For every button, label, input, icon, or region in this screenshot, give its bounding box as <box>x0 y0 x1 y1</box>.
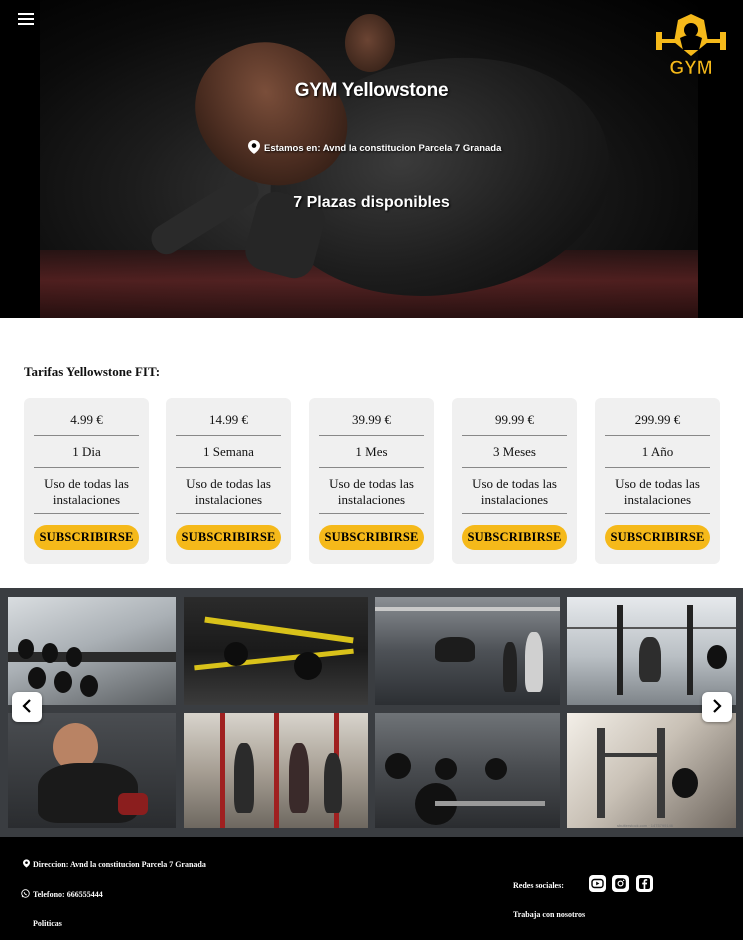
gallery-photo-squat-rack[interactable] <box>567 597 736 705</box>
divider <box>605 513 710 514</box>
divider <box>34 513 139 514</box>
plan-description: Uso de todas las instalaciones <box>44 476 129 507</box>
gallery-photo-weights-floor[interactable] <box>375 713 560 828</box>
plan-price: 299.99 € <box>634 412 681 427</box>
hamburger-menu-icon[interactable] <box>18 13 34 27</box>
divider <box>176 435 281 436</box>
gallery-photo-group-class[interactable] <box>184 713 368 828</box>
chevron-right-icon <box>712 698 722 716</box>
divider <box>462 513 567 514</box>
divider <box>34 435 139 436</box>
hero-address-text: Estamos en: Avnd la constitucion Parcela… <box>264 143 502 154</box>
subscribe-button[interactable]: SUBSCRIBIRSE <box>319 525 424 550</box>
footer-phone-text: Telefono: 666555444 <box>33 890 103 899</box>
footer-address: Direccion: Avnd la constitucion Parcela … <box>23 859 206 870</box>
subscribe-button[interactable]: SUBSCRIBIRSE <box>34 525 139 550</box>
plan-period: 1 Mes <box>355 444 388 459</box>
pricing-card-3-meses: 99.99 € 3 Meses Uso de todas las instala… <box>452 398 577 564</box>
divider <box>176 467 281 468</box>
plan-description: Uso de todas las instalaciones <box>186 476 271 507</box>
instagram-icon[interactable] <box>612 875 629 892</box>
location-pin-icon <box>23 859 30 870</box>
plan-period: 1 Semana <box>203 444 254 459</box>
footer: Direccion: Avnd la constitucion Parcela … <box>0 837 743 940</box>
plan-description: Uso de todas las instalaciones <box>472 476 557 507</box>
pricing-title: Tarifas Yellowstone FIT: <box>24 364 161 379</box>
chevron-left-icon <box>22 698 32 716</box>
available-places: 7 Plazas disponibles <box>293 194 450 211</box>
athlete-figure <box>345 14 395 72</box>
subscribe-button[interactable]: SUBSCRIBIRSE <box>176 525 281 550</box>
hero-address: Estamos en: Avnd la constitucion Parcela… <box>248 140 501 157</box>
youtube-icon[interactable] <box>589 875 606 892</box>
carousel-next-button[interactable] <box>702 692 732 722</box>
gallery-photo-machines-yellow[interactable] <box>184 597 368 705</box>
gallery-photo-training-room[interactable] <box>375 597 560 705</box>
social-label: Redes sociales: <box>513 881 564 890</box>
gallery-carousel: shutterstock.com · 1475799146 <box>0 588 743 837</box>
logo-text: GYM <box>669 58 712 78</box>
location-pin-icon <box>248 140 260 157</box>
divider <box>605 467 710 468</box>
carousel-prev-button[interactable] <box>12 692 42 722</box>
subscribe-button[interactable]: SUBSCRIBIRSE <box>462 525 567 550</box>
pricing-card-1-mes: 39.99 € 1 Mes Uso de todas las instalaci… <box>309 398 434 564</box>
gallery-watermark: shutterstock.com · 1475799146 <box>617 823 674 828</box>
plan-description: Uso de todas las instalaciones <box>329 476 414 507</box>
divider <box>319 513 424 514</box>
divider <box>462 435 567 436</box>
hero-title: GYM Yellowstone <box>294 80 449 101</box>
gallery-photo-man-dumbbell[interactable] <box>8 713 176 828</box>
footer-phone: Telefono: 666555444 <box>21 889 103 900</box>
divider <box>176 513 281 514</box>
policies-link[interactable]: Politicas <box>33 919 62 928</box>
divider <box>462 467 567 468</box>
facebook-icon[interactable] <box>636 875 653 892</box>
plan-price: 4.99 € <box>70 412 103 427</box>
plan-description: Uso de todas las instalaciones <box>615 476 700 507</box>
pricing-card-1-semana: 14.99 € 1 Semana Uso de todas las instal… <box>166 398 291 564</box>
gallery-photo-dumbbells[interactable] <box>8 597 176 705</box>
gallery-photo-bright-gym[interactable]: shutterstock.com · 1475799146 <box>567 713 736 828</box>
plan-period: 1 Año <box>641 444 674 459</box>
gym-logo[interactable]: GYM <box>654 12 728 79</box>
plan-price: 14.99 € <box>209 412 248 427</box>
plan-price: 39.99 € <box>352 412 391 427</box>
plan-period: 1 Dia <box>72 444 101 459</box>
divider <box>319 435 424 436</box>
pricing-card-1-ano: 299.99 € 1 Año Uso de todas las instalac… <box>595 398 720 564</box>
whatsapp-icon <box>21 889 30 900</box>
divider <box>605 435 710 436</box>
pricing-card-1-dia: 4.99 € 1 Dia Uso de todas las instalacio… <box>24 398 149 564</box>
plan-period: 3 Meses <box>493 444 536 459</box>
hero-section: GYM GYM Yellowstone Estamos en: Avnd la … <box>0 0 743 318</box>
subscribe-button[interactable]: SUBSCRIBIRSE <box>605 525 710 550</box>
footer-address-text: Direccion: Avnd la constitucion Parcela … <box>33 860 206 869</box>
work-with-us-link[interactable]: Trabaja con nosotros <box>513 910 585 919</box>
divider <box>319 467 424 468</box>
divider <box>34 467 139 468</box>
plan-price: 99.99 € <box>495 412 534 427</box>
